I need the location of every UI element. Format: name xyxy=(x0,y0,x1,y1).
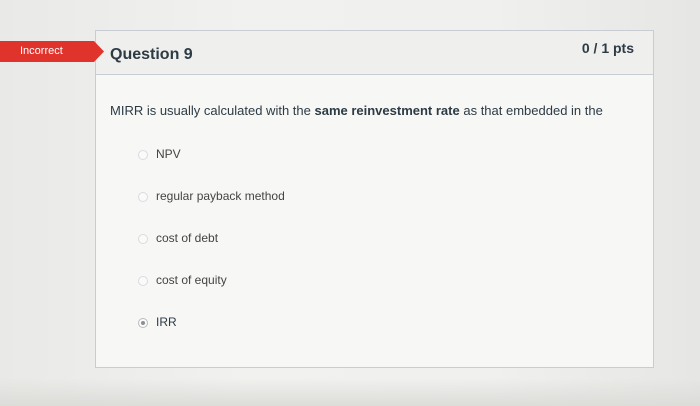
answer-option-cost-of-equity[interactable]: cost of equity xyxy=(138,270,618,312)
answer-label: IRR xyxy=(156,315,177,329)
incorrect-badge: Incorrect xyxy=(0,41,104,62)
answer-list: NPV regular payback method cost of debt … xyxy=(138,144,618,354)
question-points: 0 / 1 pts xyxy=(581,40,634,56)
answer-option-npv[interactable]: NPV xyxy=(138,144,618,186)
answer-option-irr[interactable]: IRR xyxy=(138,312,618,354)
question-text: MIRR is usually calculated with the same… xyxy=(110,103,603,118)
answer-label: cost of equity xyxy=(156,273,227,287)
answer-option-regular-payback[interactable]: regular payback method xyxy=(138,186,618,228)
radio-button[interactable] xyxy=(138,276,148,286)
answer-label: cost of debt xyxy=(156,231,219,245)
answer-label: NPV xyxy=(156,147,181,161)
radio-button[interactable] xyxy=(138,192,148,202)
radio-button-selected[interactable] xyxy=(138,318,148,328)
question-header: Question 9 0 / 1 pts xyxy=(96,31,653,75)
question-title: Question 9 xyxy=(110,46,193,63)
question-text-bold: same reinvestment rate xyxy=(314,103,460,118)
answer-label: regular payback method xyxy=(156,189,285,203)
question-text-part2: as that embedded in the xyxy=(459,103,603,118)
bottom-shade xyxy=(0,378,700,406)
radio-button[interactable] xyxy=(138,150,148,160)
question-card: Question 9 0 / 1 pts MIRR is usually cal… xyxy=(95,30,654,368)
question-text-part1: MIRR is usually calculated with the xyxy=(110,103,315,118)
radio-button[interactable] xyxy=(138,234,148,244)
answer-option-cost-of-debt[interactable]: cost of debt xyxy=(138,228,618,270)
